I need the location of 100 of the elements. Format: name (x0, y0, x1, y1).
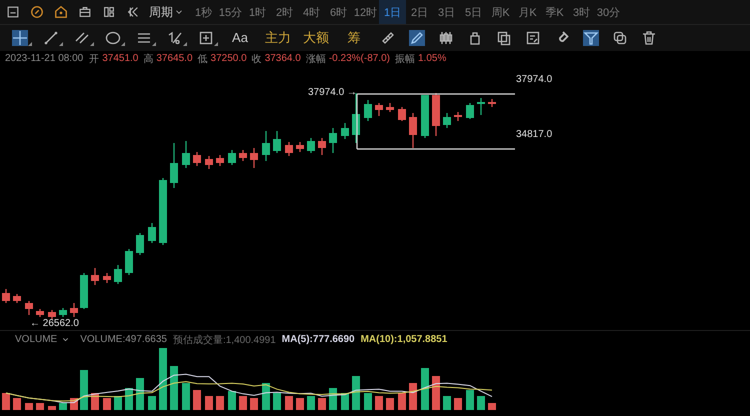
candlestick (307, 138, 315, 153)
volume-bar (488, 403, 496, 410)
candlestick (318, 138, 326, 155)
quote-time: 2023-11-21 08:00 (5, 53, 84, 64)
period-tab[interactable]: 5日 (460, 0, 487, 24)
candlestick (36, 308, 44, 317)
candles-icon (438, 30, 454, 46)
price-label: 34817.0 (516, 128, 552, 140)
candlestick (341, 122, 349, 139)
quote-value: 37364.0 (264, 53, 301, 64)
tool-label[interactable]: Aa (221, 26, 259, 50)
layout-icon (102, 5, 116, 19)
price-label: 37974.0 (516, 74, 552, 85)
volume-bar (2, 393, 10, 410)
volume-bar (80, 370, 88, 410)
volume-bar (36, 403, 44, 410)
period-tab[interactable]: 4时 (298, 0, 325, 24)
volume-bar (307, 396, 315, 410)
briefcase-icon (78, 5, 92, 19)
volume-bar (432, 376, 440, 410)
period-tab[interactable]: 1秒 (190, 0, 217, 24)
line-tool-icon (42, 30, 58, 46)
candlestick (488, 98, 496, 107)
period-tab[interactable]: 2日 (406, 0, 433, 24)
period-tab[interactable]: 6时 (325, 0, 352, 24)
period-tab[interactable]: 15分 (217, 0, 244, 24)
candlestick (352, 92, 360, 143)
candlestick (148, 222, 156, 243)
volume-bar (103, 398, 111, 410)
plus-box-icon (198, 30, 214, 46)
quote-label: 高 (143, 52, 154, 66)
volume-reading: MA(5):777.6690 (282, 334, 355, 345)
period-tab[interactable]: 季K (541, 0, 568, 24)
period-tab[interactable]: 2时 (271, 0, 298, 24)
candlestick (329, 128, 337, 153)
home-icon (54, 5, 68, 19)
volume-bar (228, 391, 236, 410)
candlestick (364, 100, 372, 121)
volume-bar (250, 398, 258, 410)
indicator-dropdown[interactable]: VOLUME (15, 334, 70, 345)
period-tab[interactable]: 周K (487, 0, 514, 24)
candlestick (477, 98, 485, 115)
tool-label[interactable]: 主力 (259, 26, 297, 50)
volume-bar (273, 393, 281, 410)
volume-bar (25, 403, 33, 410)
period-tab[interactable]: 3日 (433, 0, 460, 24)
candlestick (432, 92, 440, 136)
tool-label[interactable]: 筹 (335, 26, 373, 50)
volume-bar (477, 396, 485, 410)
period-tab[interactable]: 1日 (379, 0, 406, 24)
candlestick (375, 102, 383, 116)
period-tab[interactable]: 12时 (352, 0, 379, 24)
quote-label: 收 (252, 52, 262, 66)
volume-bar (170, 366, 178, 410)
candlestick (421, 94, 429, 138)
volume-bar (409, 383, 417, 410)
period-tab[interactable]: 3时 (568, 0, 595, 24)
crosshair-icon (12, 30, 28, 46)
period-tab[interactable]: 月K (514, 0, 541, 24)
volume-bar (125, 388, 133, 410)
volume-bar (443, 396, 451, 410)
candlestick (2, 288, 10, 303)
price-label: ← 26562.0 (30, 318, 79, 329)
candlestick (454, 112, 462, 121)
candlestick (273, 130, 281, 153)
volume-bar (239, 396, 247, 410)
quote-value: 37645.0 (156, 53, 193, 64)
volume-bar (398, 393, 406, 410)
period-dropdown[interactable]: 周期 (149, 4, 184, 20)
volume-bar (454, 398, 462, 410)
volume-bar (136, 378, 144, 410)
quote-value: -0.23%(-87.0) (328, 53, 390, 64)
candlestick (125, 248, 133, 275)
candlestick (296, 142, 304, 152)
candlestick (159, 178, 167, 245)
volume-bar (352, 376, 360, 410)
quote-value: 37250.0 (210, 53, 247, 64)
candlestick (80, 272, 88, 309)
period-tab[interactable]: 1时 (244, 0, 271, 24)
candlestick (103, 272, 111, 283)
volume-bar (193, 390, 201, 410)
volume-bar (114, 396, 122, 410)
candlestick (182, 140, 190, 168)
quote-value: 37451.0 (102, 53, 138, 64)
candlestick (239, 150, 247, 161)
ellipse-icon (104, 30, 120, 46)
candlestick (193, 152, 201, 166)
volume-bar (341, 393, 349, 410)
candlestick (25, 300, 33, 315)
candlestick (262, 130, 270, 161)
candlestick (170, 142, 178, 188)
candlestick (285, 142, 293, 156)
filter-icon (582, 30, 598, 46)
candlestick (136, 232, 144, 255)
quote-label: 振幅 (394, 52, 415, 66)
tool-label[interactable]: 大额 (297, 26, 335, 50)
candlestick (466, 102, 474, 119)
candlestick (398, 106, 406, 121)
volume-bar (329, 388, 337, 410)
period-tab[interactable]: 30分 (595, 0, 622, 24)
